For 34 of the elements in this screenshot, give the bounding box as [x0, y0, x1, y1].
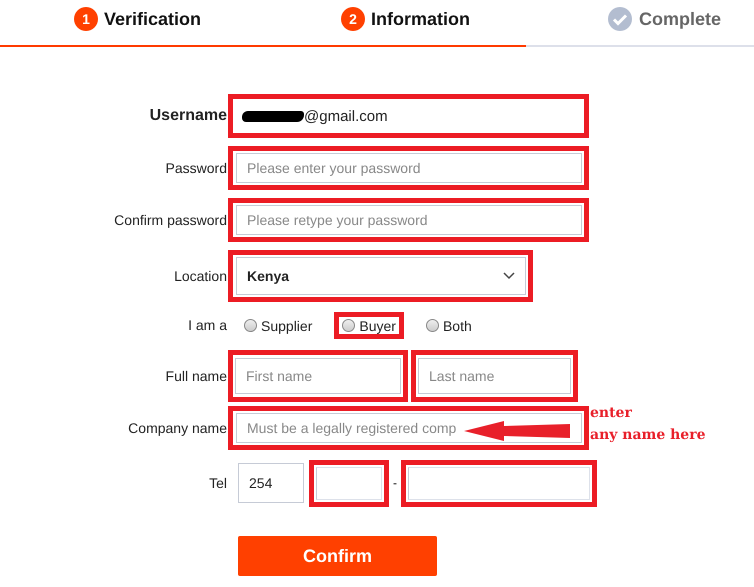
step-label: Information — [371, 8, 470, 30]
input-field[interactable]: Please retype your password — [236, 205, 582, 235]
step-number: 2 — [341, 7, 366, 31]
radio-label[interactable]: Supplier — [261, 318, 312, 334]
annotation-text: any name here — [590, 426, 706, 445]
field-label: Full name — [164, 368, 228, 384]
annotation-text: enter — [590, 404, 633, 423]
radio-label[interactable]: Both — [442, 318, 472, 334]
input-field[interactable]: 254 — [238, 463, 304, 503]
field-label: I am a — [187, 317, 228, 333]
separator-text: - — [393, 476, 397, 490]
radio-button[interactable] — [426, 319, 439, 332]
field-label: Username — [148, 107, 228, 125]
confirm-button[interactable]: Confirm — [238, 536, 437, 576]
input-field[interactable]: Last name — [418, 358, 571, 394]
select-value: Kenya — [247, 268, 290, 284]
input-field[interactable]: Please enter your password — [236, 153, 582, 183]
chevron-icon — [503, 272, 515, 280]
input-field[interactable] — [316, 466, 382, 500]
step-number: 1 — [74, 7, 98, 31]
field-label: Confirm password — [113, 212, 228, 228]
field-label: Company name — [127, 420, 228, 436]
radio-button[interactable] — [342, 319, 356, 332]
location-select[interactable]: Kenya — [236, 257, 526, 295]
field-label: Tel — [208, 475, 228, 491]
step-label: Verification — [104, 8, 202, 30]
radio-label[interactable]: Buyer — [359, 318, 396, 334]
input-field[interactable]: First name — [235, 358, 401, 394]
radio-button[interactable] — [244, 319, 257, 332]
field-label: Location — [173, 268, 228, 284]
step-label: Complete — [639, 8, 722, 30]
input-field[interactable] — [408, 466, 590, 500]
field-value: @gmail.com — [304, 108, 388, 124]
field-label: Password — [164, 160, 228, 176]
